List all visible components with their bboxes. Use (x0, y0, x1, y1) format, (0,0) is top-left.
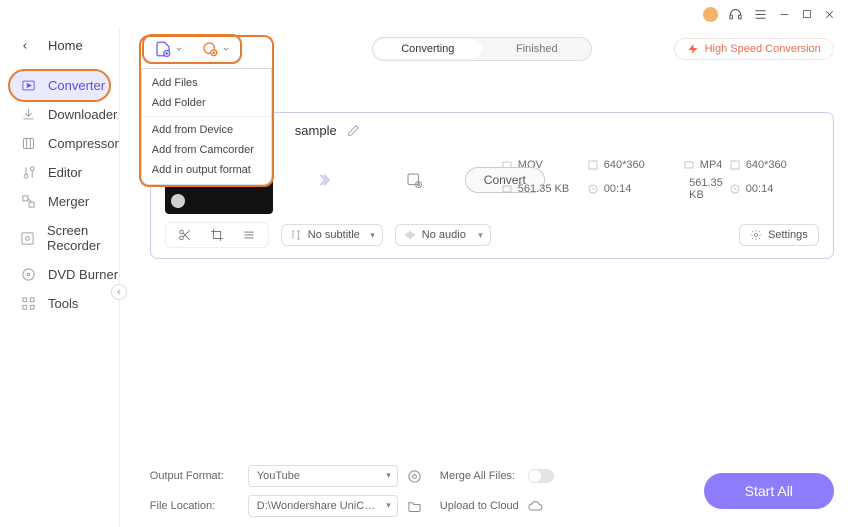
subtitle-icon (290, 229, 302, 241)
user-avatar-icon[interactable] (703, 7, 718, 22)
downloader-icon (20, 107, 36, 122)
add-file-button[interactable] (154, 40, 183, 58)
close-icon[interactable] (823, 8, 836, 21)
sidebar: Home Converter Downloader Compressor Edi… (0, 28, 120, 527)
maximize-icon[interactable] (801, 8, 813, 20)
gear-icon (750, 229, 762, 241)
add-file-dropdown: Add Files Add Folder Add from Device Add… (141, 68, 272, 185)
tab-converting[interactable]: Converting (374, 39, 482, 59)
crop-icon[interactable] (210, 228, 224, 242)
file-location-select[interactable]: D:\Wondershare UniConverter 1 (248, 495, 398, 517)
sidebar-item-label: Tools (48, 296, 78, 311)
compressor-icon (20, 136, 36, 151)
tools-icon (20, 296, 36, 311)
sidebar-item-label: DVD Burner (48, 267, 118, 282)
output-settings-icon[interactable] (406, 467, 424, 485)
add-disc-button[interactable] (201, 40, 230, 58)
merge-label: Merge All Files: (440, 470, 520, 482)
sidebar-item-downloader[interactable]: Downloader (0, 100, 119, 129)
chevron-down-icon (175, 45, 183, 53)
src-size: 561.35 KB (501, 183, 581, 195)
add-file-icon (154, 40, 172, 58)
sidebar-item-label: Downloader (48, 107, 117, 122)
file-settings-icon[interactable] (369, 171, 459, 189)
sidebar-item-editor[interactable]: Editor (0, 158, 119, 187)
sidebar-item-compressor[interactable]: Compressor (0, 129, 119, 158)
hamburger-menu-icon[interactable] (753, 7, 768, 22)
status-tabs: Converting Finished (372, 37, 592, 61)
src-res: 640*360 (587, 159, 677, 171)
converter-icon (20, 78, 36, 93)
add-buttons-group (142, 34, 242, 64)
sidebar-item-label: Converter (48, 78, 105, 93)
file-title: sample (295, 123, 337, 138)
minimize-icon[interactable] (778, 8, 791, 21)
sidebar-item-screen-recorder[interactable]: Screen Recorder (0, 216, 119, 260)
dropdown-add-files[interactable]: Add Files (142, 73, 271, 93)
output-format-select[interactable]: YouTube (248, 465, 398, 487)
sidebar-item-label: Merger (48, 194, 89, 209)
effects-icon[interactable] (242, 228, 256, 242)
trim-icon[interactable] (178, 228, 192, 242)
src-duration: 00:14 (587, 183, 677, 195)
dst-res: 640*360 (729, 159, 819, 171)
main-area: Converting Finished High Speed Conversio… (120, 28, 850, 527)
card-footer: No subtitle No audio Settings (165, 222, 819, 248)
lightning-icon (687, 43, 699, 55)
dropdown-add-from-camcorder[interactable]: Add from Camcorder (142, 140, 271, 160)
sidebar-item-tools[interactable]: Tools (0, 289, 119, 318)
sidebar-item-merger[interactable]: Merger (0, 187, 119, 216)
headset-icon[interactable] (728, 7, 743, 22)
file-info: MOV 640*360 MP4 640*360 Convert 561.35 K… (283, 159, 819, 201)
home-label: Home (48, 38, 83, 53)
sidebar-item-converter[interactable]: Converter (10, 71, 109, 100)
dst-size: 561.35 KB (683, 177, 723, 201)
bottom-bar: Output Format: YouTube Merge All Files: … (150, 457, 834, 517)
upload-label: Upload to Cloud (440, 500, 520, 512)
toolbar: Converting Finished High Speed Conversio… (150, 32, 834, 66)
start-all-button[interactable]: Start All (704, 473, 834, 509)
audio-select[interactable]: No audio (395, 224, 491, 246)
dropdown-add-folder[interactable]: Add Folder (142, 93, 271, 113)
editor-icon (20, 165, 36, 180)
tab-finished[interactable]: Finished (483, 38, 591, 60)
sidebar-item-label: Compressor (48, 136, 119, 151)
audio-icon (404, 229, 416, 241)
merge-toggle[interactable] (528, 469, 554, 483)
dropdown-divider (142, 116, 271, 117)
dropdown-add-from-device[interactable]: Add from Device (142, 120, 271, 140)
file-location-label: File Location: (150, 500, 240, 512)
arrow-icon (283, 170, 363, 190)
open-folder-icon[interactable] (406, 497, 424, 515)
card-settings-button[interactable]: Settings (739, 224, 819, 246)
back-chevron-icon (20, 41, 30, 51)
merger-icon (20, 194, 36, 209)
home-nav[interactable]: Home (0, 32, 119, 59)
sidebar-item-label: Editor (48, 165, 82, 180)
chevron-down-icon (222, 45, 230, 53)
cloud-icon[interactable] (528, 498, 544, 514)
high-speed-button[interactable]: High Speed Conversion (674, 38, 834, 60)
dvd-burner-icon (20, 267, 36, 282)
output-format-label: Output Format: (150, 470, 240, 482)
subtitle-select[interactable]: No subtitle (281, 224, 383, 246)
add-disc-icon (201, 40, 219, 58)
screen-recorder-icon (20, 231, 35, 246)
sidebar-item-dvd-burner[interactable]: DVD Burner (0, 260, 119, 289)
sidebar-item-label: Screen Recorder (47, 223, 119, 253)
edit-tools (165, 222, 269, 248)
dst-format: MP4 (683, 159, 723, 171)
edit-title-icon[interactable] (347, 124, 360, 137)
dropdown-add-in-output-format[interactable]: Add in output format (142, 160, 271, 180)
titlebar (0, 0, 850, 28)
dst-duration: 00:14 (729, 183, 819, 195)
